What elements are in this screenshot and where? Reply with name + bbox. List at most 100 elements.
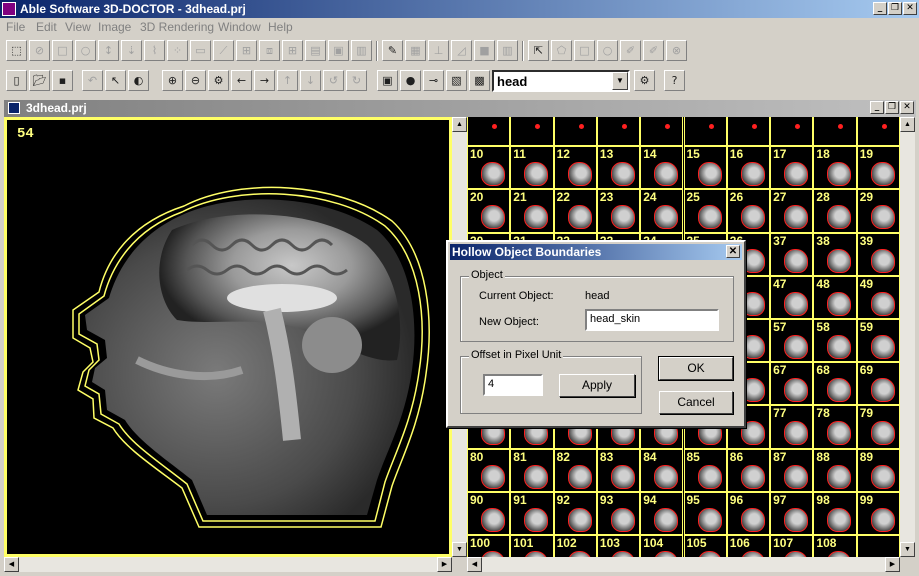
up-icon[interactable]: ↑ bbox=[277, 70, 298, 91]
thumbnail-cell[interactable]: 92 bbox=[553, 491, 597, 535]
thumbnail-cell[interactable] bbox=[813, 117, 857, 147]
thumbnail-cell[interactable]: 23 bbox=[596, 189, 641, 233]
document-icon[interactable] bbox=[8, 102, 20, 114]
object-settings-icon[interactable]: ⚙ bbox=[634, 70, 655, 91]
thumbnail-cell[interactable]: 80 bbox=[467, 448, 511, 492]
thumbnail-cell[interactable]: 88 bbox=[813, 448, 857, 492]
shape-icon[interactable]: ▭ bbox=[190, 40, 211, 61]
thumbnail-cell[interactable]: 77 bbox=[770, 405, 814, 449]
thumbnail-cell[interactable]: 101 bbox=[510, 535, 554, 557]
thumbnail-cell[interactable]: 97 bbox=[770, 491, 814, 535]
thumbnail-cell[interactable]: 15 bbox=[683, 146, 727, 190]
thumbnail-cell[interactable] bbox=[467, 117, 511, 147]
zoom-out-icon[interactable]: ⊖ bbox=[185, 70, 206, 91]
plot-icon[interactable]: ⊥ bbox=[428, 40, 449, 61]
thumbnail-cell[interactable]: 12 bbox=[553, 146, 597, 190]
thumbnail-cell[interactable] bbox=[683, 117, 727, 147]
thumbnail-cell[interactable] bbox=[856, 535, 900, 557]
thumbnail-cell[interactable]: 49 bbox=[856, 275, 900, 319]
move-vertical-icon[interactable]: ↕ bbox=[98, 40, 119, 61]
thumbnail-cell[interactable]: 99 bbox=[856, 491, 900, 535]
thumbnail-cell[interactable]: 14 bbox=[640, 146, 684, 190]
volume-icon[interactable]: ▧ bbox=[446, 70, 467, 91]
thumbnail-cell[interactable] bbox=[510, 117, 554, 147]
slice-view[interactable]: 54 bbox=[4, 117, 452, 557]
edit-pen-icon[interactable]: ✐ bbox=[620, 40, 641, 61]
down-icon[interactable]: ↓ bbox=[300, 70, 321, 91]
thumbnail-cell[interactable]: 87 bbox=[770, 448, 814, 492]
thumbnail-cell[interactable]: 25 bbox=[683, 189, 727, 233]
line-icon[interactable]: ⟋ bbox=[213, 40, 234, 61]
thumbnail-cell[interactable]: 98 bbox=[813, 491, 857, 535]
next-slice-icon[interactable]: → bbox=[254, 70, 275, 91]
align-icon[interactable]: ⇣ bbox=[121, 40, 142, 61]
thumbnail-cell[interactable] bbox=[770, 117, 814, 147]
thumbnail-cell[interactable]: 81 bbox=[510, 448, 554, 492]
zoom-in-icon[interactable]: ⊕ bbox=[162, 70, 183, 91]
nodes-icon[interactable]: ⁘ bbox=[167, 40, 188, 61]
grid-icon[interactable]: ⊞ bbox=[282, 40, 303, 61]
chevron-down-icon[interactable]: ▼ bbox=[612, 72, 628, 90]
thumbnail-cell[interactable]: 37 bbox=[770, 232, 814, 276]
save-icon[interactable]: ▪ bbox=[52, 70, 73, 91]
ruler-icon[interactable]: ✎ bbox=[382, 40, 403, 61]
bars-icon[interactable]: ▥ bbox=[497, 40, 518, 61]
object-color-icon[interactable]: ▩ bbox=[469, 70, 490, 91]
scroll-right-icon[interactable]: ▶ bbox=[885, 557, 900, 572]
polyline-icon[interactable]: ⌇ bbox=[144, 40, 165, 61]
transform-icon[interactable]: ⧈ bbox=[259, 40, 280, 61]
thumbnail-cell[interactable]: 94 bbox=[640, 491, 684, 535]
thumbnail-cell[interactable]: 95 bbox=[683, 491, 727, 535]
thumbnail-cell[interactable]: 83 bbox=[596, 448, 641, 492]
thumbnail-cell[interactable] bbox=[596, 117, 641, 147]
thumbnail-cell[interactable]: 18 bbox=[813, 146, 857, 190]
ok-button[interactable]: OK bbox=[658, 356, 734, 381]
thumbnail-cell[interactable]: 106 bbox=[726, 535, 771, 557]
doc-minimize-button[interactable]: _ bbox=[870, 101, 884, 114]
thumbnail-cell[interactable]: 22 bbox=[553, 189, 597, 233]
thumbnail-vscroll[interactable]: ▲ ▼ bbox=[900, 117, 915, 557]
measure-icon[interactable]: ▣ bbox=[328, 40, 349, 61]
scroll-left-icon[interactable]: ◀ bbox=[4, 557, 19, 572]
scroll-down-icon[interactable]: ▼ bbox=[452, 542, 467, 557]
thumbnail-cell[interactable]: 24 bbox=[640, 189, 684, 233]
thumbnail-cell[interactable]: 27 bbox=[770, 189, 814, 233]
thumbnail-cell[interactable]: 85 bbox=[683, 448, 727, 492]
thumbnail-cell[interactable]: 57 bbox=[770, 319, 814, 363]
thumbnail-cell[interactable] bbox=[726, 117, 771, 147]
chart-icon[interactable]: ◿ bbox=[451, 40, 472, 61]
thumbnail-cell[interactable]: 11 bbox=[510, 146, 554, 190]
thumbnail-cell[interactable]: 103 bbox=[596, 535, 641, 557]
thumbnail-cell[interactable] bbox=[640, 117, 684, 147]
menu-window[interactable]: Window bbox=[218, 20, 261, 34]
thumbnail-cell[interactable]: 17 bbox=[770, 146, 814, 190]
thumbnail-cell[interactable]: 67 bbox=[770, 362, 814, 406]
menu-image[interactable]: Image bbox=[98, 20, 131, 34]
thumbnail-cell[interactable]: 20 bbox=[467, 189, 511, 233]
thumbnail-cell[interactable]: 10 bbox=[467, 146, 511, 190]
thumbnail-cell[interactable] bbox=[553, 117, 597, 147]
scroll-down-icon[interactable]: ▼ bbox=[900, 542, 915, 557]
stack-icon[interactable]: ▦ bbox=[405, 40, 426, 61]
app-icon[interactable] bbox=[2, 2, 16, 16]
thumbnail-cell[interactable]: 68 bbox=[813, 362, 857, 406]
scroll-right-icon[interactable]: ▶ bbox=[437, 557, 452, 572]
thumbnail-cell[interactable]: 105 bbox=[683, 535, 727, 557]
menu-3d-rendering[interactable]: 3D Rendering bbox=[140, 20, 214, 34]
help-icon[interactable]: ? bbox=[664, 70, 685, 91]
menu-help[interactable]: Help bbox=[268, 20, 293, 34]
menu-view[interactable]: View bbox=[65, 20, 91, 34]
contrast-icon[interactable]: ◐ bbox=[128, 70, 149, 91]
doc-restore-button[interactable]: ❐ bbox=[885, 101, 899, 114]
thumbnail-cell[interactable]: 96 bbox=[726, 491, 771, 535]
animate-icon[interactable]: ⚙ bbox=[208, 70, 229, 91]
scroll-left-icon[interactable]: ◀ bbox=[467, 557, 482, 572]
thumbnail-cell[interactable]: 59 bbox=[856, 319, 900, 363]
restore-button[interactable]: ❐ bbox=[888, 2, 902, 15]
thumbnail-cell[interactable]: 86 bbox=[726, 448, 771, 492]
thumbnail-cell[interactable]: 108 bbox=[813, 535, 857, 557]
thumbnail-cell[interactable]: 13 bbox=[596, 146, 641, 190]
thumbnail-cell[interactable]: 91 bbox=[510, 491, 554, 535]
square-icon[interactable]: □ bbox=[574, 40, 595, 61]
thumbnail-cell[interactable]: 39 bbox=[856, 232, 900, 276]
